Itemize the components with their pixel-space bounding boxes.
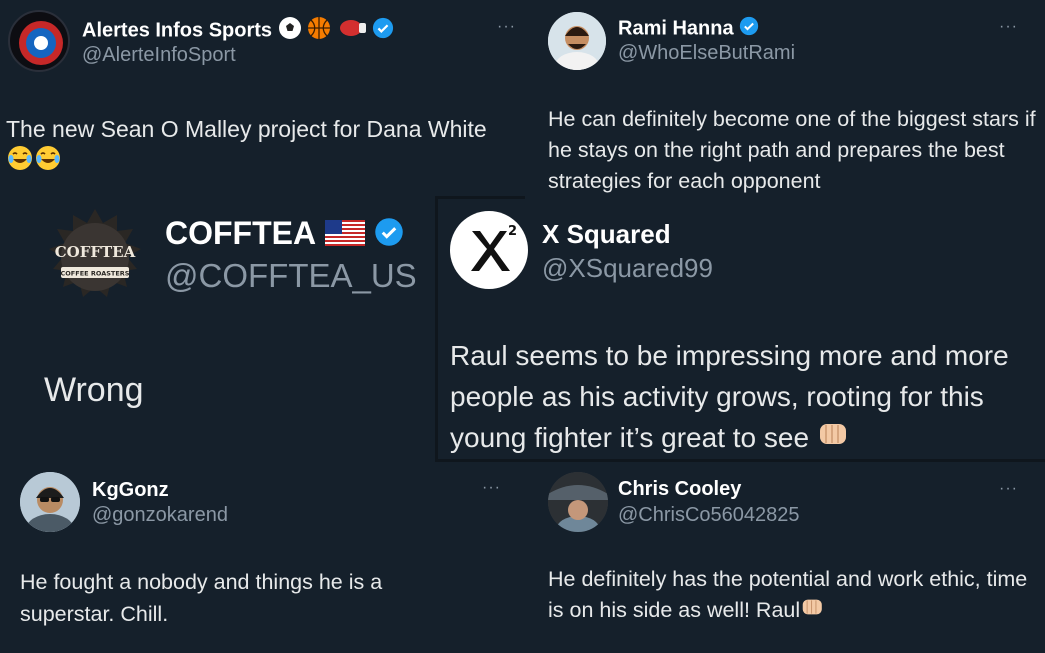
tweet-chris[interactable]: Chris Cooley @ChrisCo56042825 ··· He def…: [525, 462, 1045, 653]
boxing-glove-icon: [337, 16, 367, 46]
more-options-button[interactable]: ···: [497, 18, 516, 36]
soccer-ball-icon: [278, 16, 302, 46]
cofftea-logo[interactable]: COFFTEA COFFEE ROASTERS: [45, 205, 145, 305]
tweet-text: Raul seems to be impressing more and mor…: [450, 340, 1009, 453]
author-handle[interactable]: @gonzokarend: [92, 504, 228, 527]
author-handle[interactable]: @XSquared99: [542, 253, 713, 284]
tweet-text: He definitely has the potential and work…: [548, 567, 1028, 622]
tweet-text: Wrong: [44, 371, 144, 409]
author-name[interactable]: COFFTEA: [165, 215, 316, 251]
verified-badge-icon: [739, 16, 759, 42]
tweet-text: He fought a nobody and things he is a su…: [20, 570, 383, 626]
tweet-xsquared[interactable]: 2 X Squared @XSquared99 Raul seems to be…: [438, 199, 1045, 459]
basketball-icon: [307, 16, 331, 46]
tweet-kggonz[interactable]: KgGonz @gonzokarend ··· He fought a nobo…: [0, 465, 525, 653]
verified-badge-icon: [374, 217, 404, 255]
author-handle[interactable]: @AlerteInfoSport: [82, 44, 236, 67]
more-options-button[interactable]: ···: [999, 18, 1018, 36]
verified-badge-icon: [372, 17, 394, 45]
avatar-rami[interactable]: [548, 12, 606, 70]
avatar-alertes[interactable]: [8, 10, 70, 72]
logo-text: COFFTEA: [55, 243, 136, 261]
author-handle[interactable]: @COFFTEA_US: [165, 257, 417, 295]
tears-of-joy-emoji-icon: [6, 144, 34, 179]
author-name[interactable]: Rami Hanna: [618, 17, 734, 39]
avatar-chris[interactable]: [548, 472, 608, 532]
tweet-text: He can definitely become one of the bigg…: [548, 107, 1036, 193]
author-handle[interactable]: @WhoElseButRami: [618, 42, 795, 65]
more-options-button[interactable]: ···: [482, 479, 501, 497]
more-options-button[interactable]: ···: [999, 480, 1018, 498]
oncoming-fist-emoji-icon: [800, 596, 826, 627]
logo-subtext: COFFEE ROASTERS: [61, 270, 130, 278]
avatar-xsquared[interactable]: 2: [450, 211, 528, 289]
author-name[interactable]: X Squared: [542, 219, 671, 250]
author-name[interactable]: KgGonz: [92, 479, 169, 502]
avatar-kggonz[interactable]: [20, 472, 80, 532]
us-flag-icon: [324, 217, 365, 254]
svg-text:2: 2: [508, 224, 517, 239]
author-handle[interactable]: @ChrisCo56042825: [618, 504, 800, 527]
author-name[interactable]: Alertes Infos Sports: [82, 19, 272, 41]
author-name[interactable]: Chris Cooley: [618, 478, 741, 501]
tears-of-joy-emoji-icon: [34, 144, 62, 179]
tweet-text: The new Sean O Malley project for Dana W…: [6, 116, 487, 142]
tweet-rami[interactable]: Rami Hanna @WhoElseButRami ··· He can de…: [525, 0, 1045, 198]
tweet-cofftea[interactable]: COFFTEA COFFEE ROASTERS COFFTEA @COFFTEA…: [0, 195, 435, 465]
tweet-alertes[interactable]: Alertes Infos Sports @AlerteInfoSport ··…: [0, 0, 525, 195]
oncoming-fist-emoji-icon: [817, 419, 851, 459]
